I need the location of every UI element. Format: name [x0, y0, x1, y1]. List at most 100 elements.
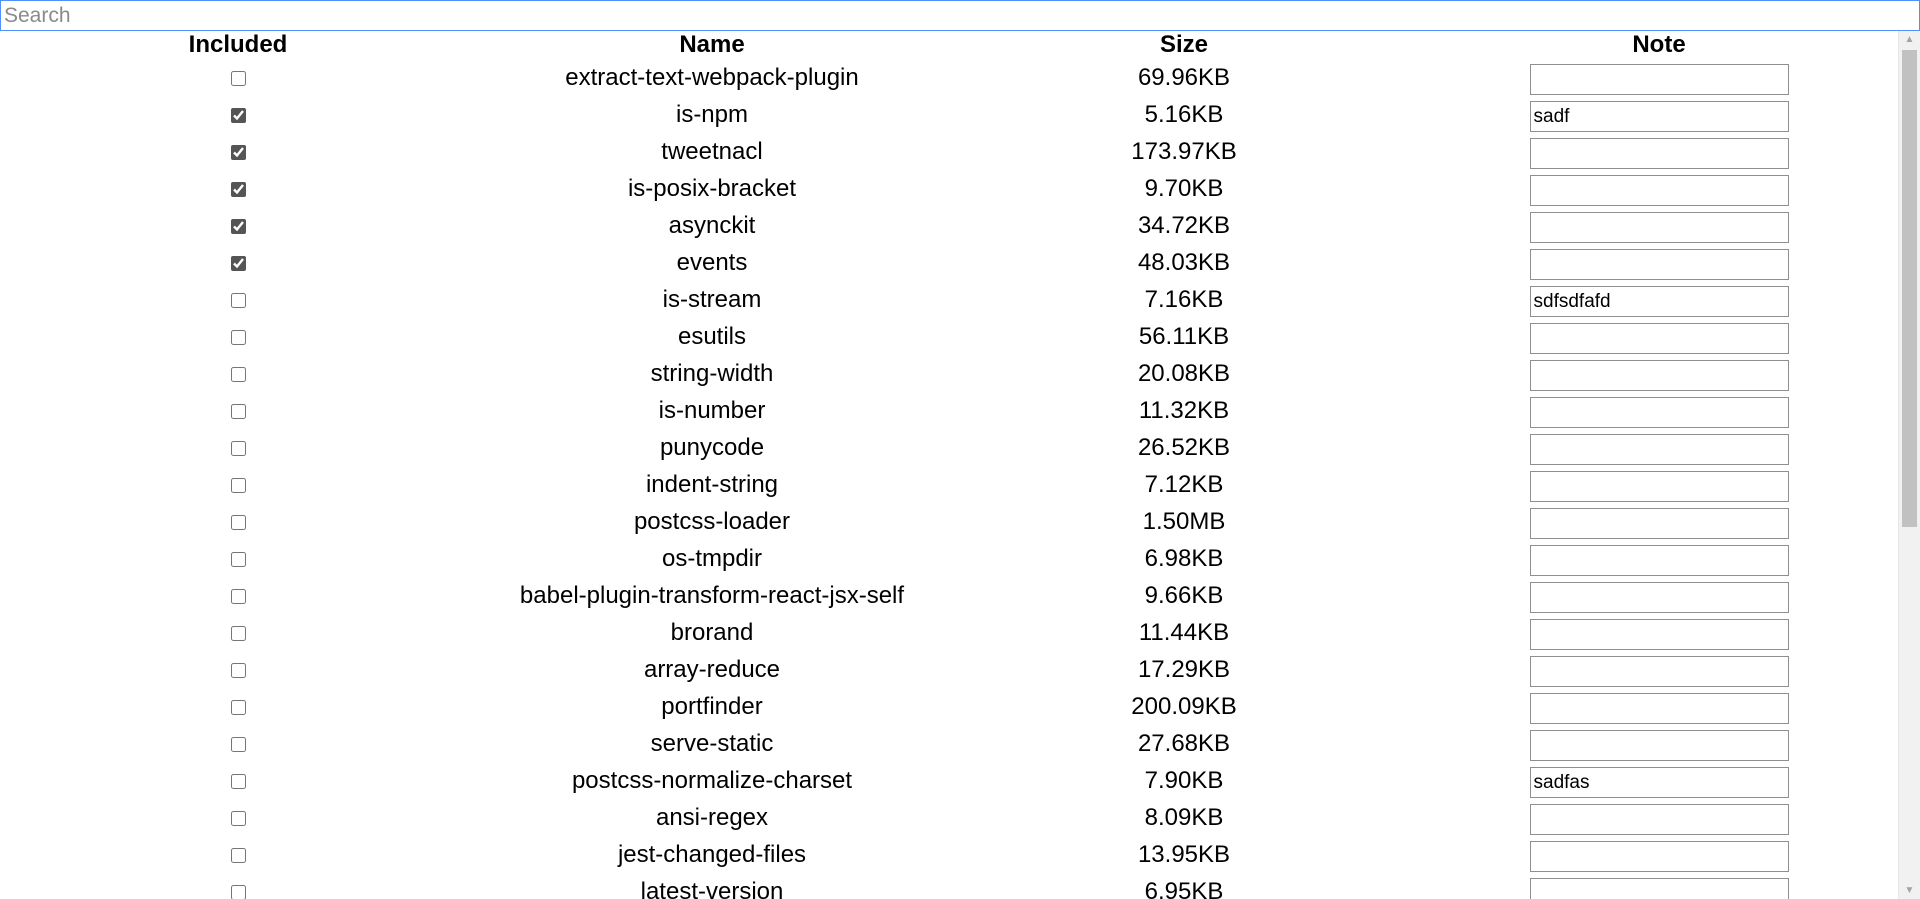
included-checkbox[interactable]	[230, 107, 246, 123]
note-input[interactable]	[1529, 286, 1789, 317]
table-row: is-number 11.32KB	[0, 392, 1898, 429]
included-cell	[0, 725, 476, 762]
table-row: asynckit 34.72KB	[0, 207, 1898, 244]
note-input[interactable]	[1529, 175, 1789, 206]
included-checkbox[interactable]	[230, 292, 246, 308]
package-size: 8.09KB	[1144, 803, 1224, 831]
included-cell	[0, 762, 476, 799]
package-size: 34.72KB	[1137, 211, 1231, 239]
package-size: 200.09KB	[1131, 692, 1237, 720]
included-cell	[0, 688, 476, 725]
note-cell	[1420, 281, 1898, 318]
included-checkbox[interactable]	[230, 699, 246, 715]
note-input[interactable]	[1529, 138, 1789, 169]
included-checkbox[interactable]	[230, 255, 246, 271]
package-size: 26.52KB	[1137, 433, 1231, 461]
note-input[interactable]	[1529, 582, 1789, 613]
scroll-thumb[interactable]	[1902, 50, 1917, 527]
package-size: 7.12KB	[1144, 470, 1224, 498]
note-cell	[1420, 355, 1898, 392]
note-cell	[1420, 96, 1898, 133]
included-checkbox[interactable]	[230, 218, 246, 234]
included-checkbox[interactable]	[230, 662, 246, 678]
included-checkbox[interactable]	[230, 625, 246, 641]
table-row: string-width 20.08KB	[0, 355, 1898, 392]
note-input[interactable]	[1529, 730, 1789, 761]
included-checkbox[interactable]	[230, 181, 246, 197]
note-input[interactable]	[1529, 212, 1789, 243]
note-input[interactable]	[1529, 434, 1789, 465]
included-checkbox[interactable]	[230, 70, 246, 86]
included-checkbox[interactable]	[230, 514, 246, 530]
table-row: is-posix-bracket 9.70KB	[0, 170, 1898, 207]
vertical-scrollbar[interactable]: ▲ ▼	[1898, 31, 1920, 899]
note-cell	[1420, 59, 1898, 96]
included-checkbox[interactable]	[230, 847, 246, 863]
note-input[interactable]	[1529, 249, 1789, 280]
note-input[interactable]	[1529, 101, 1789, 132]
header-name[interactable]: Name	[476, 31, 948, 59]
note-cell	[1420, 836, 1898, 873]
note-input[interactable]	[1529, 397, 1789, 428]
included-checkbox[interactable]	[230, 403, 246, 419]
package-name: punycode	[659, 433, 765, 461]
included-cell	[0, 799, 476, 836]
package-name: is-stream	[662, 285, 762, 313]
package-name: is-number	[658, 396, 766, 424]
note-input[interactable]	[1529, 360, 1789, 391]
note-cell	[1420, 577, 1898, 614]
scroll-up-arrow-icon[interactable]: ▲	[1899, 31, 1920, 48]
table-row: babel-plugin-transform-react-jsx-self 9.6…	[0, 577, 1898, 614]
note-input[interactable]	[1529, 656, 1789, 687]
included-checkbox[interactable]	[230, 440, 246, 456]
note-input[interactable]	[1529, 545, 1789, 576]
note-input[interactable]	[1529, 804, 1789, 835]
included-checkbox[interactable]	[230, 588, 246, 604]
header-included[interactable]: Included	[0, 31, 476, 59]
package-size: 11.44KB	[1138, 618, 1230, 646]
table-row: portfinder 200.09KB	[0, 688, 1898, 725]
included-checkbox[interactable]	[230, 551, 246, 567]
included-checkbox[interactable]	[230, 144, 246, 160]
note-input[interactable]	[1529, 841, 1789, 872]
header-note[interactable]: Note	[1420, 31, 1898, 59]
included-checkbox[interactable]	[230, 773, 246, 789]
note-cell	[1420, 540, 1898, 577]
scroll-down-arrow-icon[interactable]: ▼	[1899, 882, 1920, 899]
note-input[interactable]	[1529, 64, 1789, 95]
included-cell	[0, 466, 476, 503]
note-input[interactable]	[1529, 878, 1789, 899]
note-input[interactable]	[1529, 471, 1789, 502]
search-input[interactable]	[0, 0, 1920, 31]
table-row: serve-static 27.68KB	[0, 725, 1898, 762]
note-cell	[1420, 170, 1898, 207]
note-cell	[1420, 614, 1898, 651]
package-name: ansi-regex	[655, 803, 769, 831]
included-checkbox[interactable]	[230, 366, 246, 382]
header-size[interactable]: Size	[948, 31, 1420, 59]
included-cell	[0, 503, 476, 540]
package-name: postcss-normalize-charset	[571, 766, 853, 794]
included-cell	[0, 96, 476, 133]
table-row: os-tmpdir 6.98KB	[0, 540, 1898, 577]
package-size: 5.16KB	[1144, 100, 1224, 128]
table-row: latest-version 6.95KB	[0, 873, 1898, 899]
included-cell	[0, 873, 476, 899]
included-checkbox[interactable]	[230, 884, 246, 899]
included-checkbox[interactable]	[230, 477, 246, 493]
note-input[interactable]	[1529, 323, 1789, 354]
included-cell	[0, 836, 476, 873]
package-name: array-reduce	[643, 655, 781, 683]
note-input[interactable]	[1529, 619, 1789, 650]
note-input[interactable]	[1529, 693, 1789, 724]
included-checkbox[interactable]	[230, 329, 246, 345]
included-checkbox[interactable]	[230, 810, 246, 826]
package-name: is-npm	[675, 100, 748, 128]
note-cell	[1420, 466, 1898, 503]
package-name: babel-plugin-transform-react-jsx-self	[519, 581, 905, 609]
package-size: 13.95KB	[1137, 840, 1231, 868]
note-input[interactable]	[1529, 767, 1789, 798]
included-cell	[0, 59, 476, 96]
note-input[interactable]	[1529, 508, 1789, 539]
included-checkbox[interactable]	[230, 736, 246, 752]
